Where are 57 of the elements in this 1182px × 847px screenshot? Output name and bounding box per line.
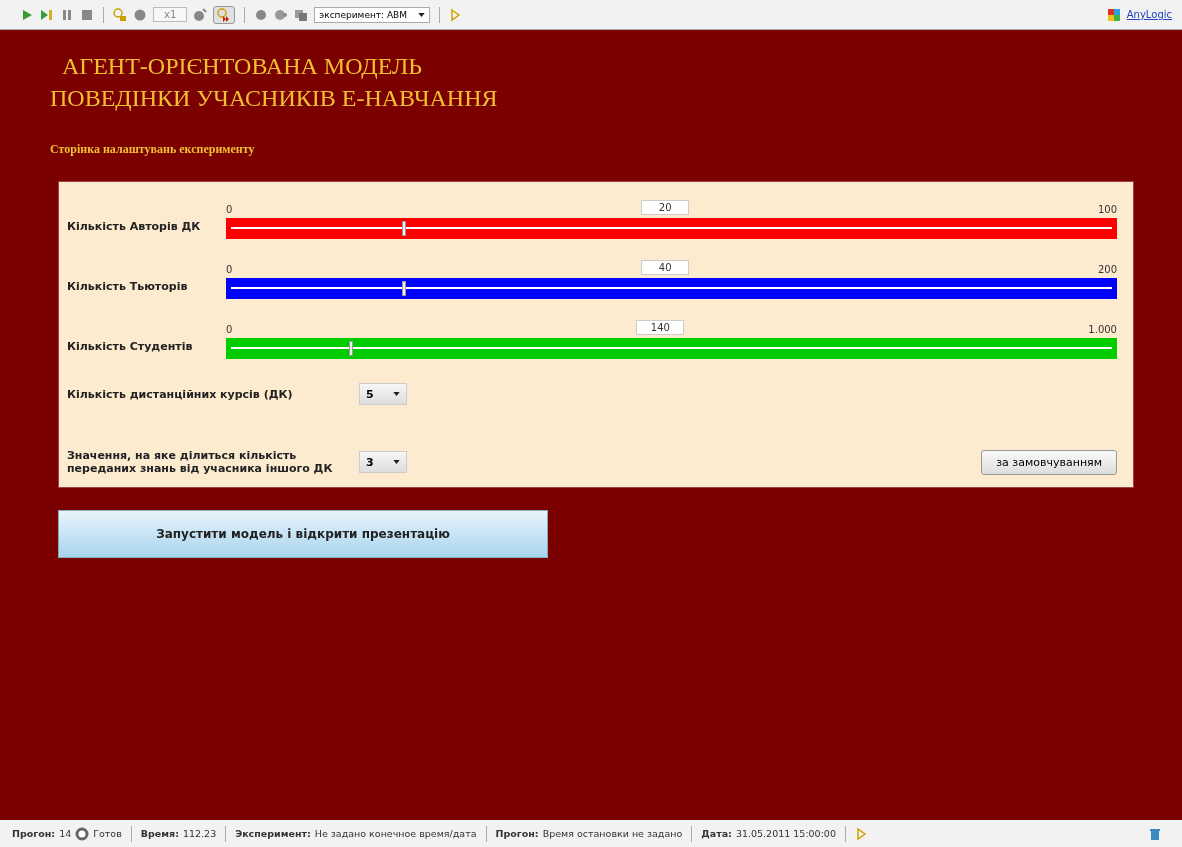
clock-icon[interactable] [113,7,127,22]
slider-label: Кількість Тьюторів [67,280,189,295]
caret-icon [393,392,400,396]
stop-icon[interactable] [80,7,94,22]
logo-icon [1106,7,1121,22]
max-label: 100 [1097,204,1117,215]
flag-icon[interactable] [854,826,869,841]
dropdown-label: Значення, на яке ділиться кількість переданих знань від учасника іншого ДК [67,449,334,475]
status-label: Эксперимент: [235,828,311,839]
slider-thumb[interactable] [402,281,407,296]
slider-thumb[interactable] [402,221,407,236]
max-label: 200 [1097,264,1117,275]
title-line: ПОВЕДІНКИ УЧАСНИКІВ Е-НАВЧАННЯ [50,84,499,113]
value-field[interactable]: 40 [641,260,690,275]
slider-track[interactable] [226,218,1117,239]
page-subtitle: Сторінка налаштувань експерименту [50,142,256,157]
value-field[interactable]: 140 [636,320,685,335]
run-model-button[interactable]: Запустити модель і відкрити презентацію [58,510,548,558]
fast-mode-button[interactable] [213,5,236,24]
min-label: 0 [226,264,233,275]
faster-icon[interactable] [193,7,208,22]
slider-thumb[interactable] [348,341,353,356]
flag-icon[interactable] [448,7,463,22]
status-label: Дата: [701,828,732,839]
caret-icon [417,13,425,17]
status-label: Время: [140,828,179,839]
status-label: Прогон: [12,828,56,839]
status-label: Прогон: [495,828,539,839]
slider-track[interactable] [226,338,1117,359]
status-icon [75,826,90,841]
defaults-button[interactable]: за замовчуванням [981,449,1117,475]
status-value: 31.05.2011 15:00:00 [735,828,836,839]
max-label: 1.000 [1088,324,1117,335]
value-field[interactable]: 20 [641,200,690,215]
trash-icon[interactable] [1148,826,1162,841]
slider-label: Кількість Авторів ДК [67,220,202,235]
slider-label: Кількість Студентів [67,340,194,355]
pause-icon[interactable] [60,7,74,22]
anylogic-link[interactable]: AnyLogic [1126,9,1172,20]
title-line: АГЕНТ-ОРІЄНТОВАНА МОДЕЛЬ [61,52,424,81]
status-value: Не задано конечное время/дата [314,828,477,839]
dropdown-label: Кількість дистанційних курсів (ДК) [67,387,294,401]
min-label: 0 [226,204,233,215]
divisor-dropdown[interactable]: 3 [359,451,407,473]
slider-track[interactable] [226,278,1117,299]
status-state: Готов [93,828,122,839]
step-icon[interactable] [40,7,54,22]
play-icon[interactable] [20,7,34,22]
status-value: 14 [59,828,72,839]
speed-field[interactable]: x1 [153,7,188,22]
status-value: 112.23 [182,828,217,839]
experiment-dropdown[interactable]: эксперимент: ABM [314,6,430,23]
windows-icon[interactable] [294,7,309,22]
courses-dropdown[interactable]: 5 [359,383,407,405]
min-label: 0 [226,324,233,335]
caret-icon [393,460,400,464]
status-value: Время остановки не задано [542,828,683,839]
